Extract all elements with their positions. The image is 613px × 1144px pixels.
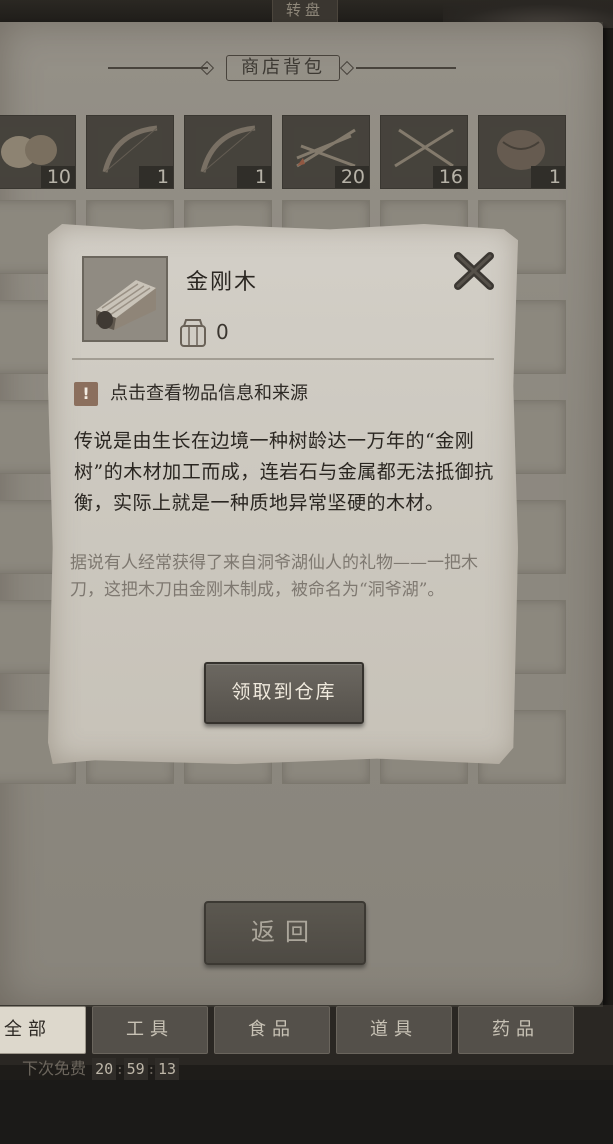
hint-text: 点击查看物品信息和来源 — [110, 383, 308, 404]
item-name: 金刚木 — [186, 270, 259, 295]
item-lore: 据说有人经常获得了来自洞爷湖仙人的礼物——一把木刀，这把木刀由金刚木制成，被命名… — [70, 553, 478, 600]
bottom-strip — [0, 1080, 613, 1144]
item-quantity: 0 — [216, 320, 229, 344]
item-image-frame — [82, 256, 168, 342]
wood-log-icon — [96, 280, 156, 330]
tab-tools[interactable]: 工具 — [92, 1006, 208, 1054]
tab-turntable[interactable]: 转盘 — [272, 0, 338, 23]
timer-hours: 20 — [92, 1058, 117, 1080]
timer-seconds: 13 — [155, 1058, 180, 1080]
tab-medicine[interactable]: 药品 — [458, 1006, 574, 1054]
tab-props[interactable]: 道具 — [336, 1006, 452, 1054]
exclamation-icon: ! — [74, 382, 98, 406]
bag-icon — [180, 319, 206, 347]
refresh-label: 下次免费 — [22, 1059, 87, 1078]
item-description: 传说是由生长在边境一种树龄达一万年的“金刚树”的木材加工而成，连岩石与金属都无法… — [74, 430, 494, 514]
timer-minutes: 59 — [123, 1058, 148, 1080]
free-refresh-timer: 下次免费 20:59:13 — [22, 1058, 180, 1080]
item-detail-popup: 金刚木 0 ! 点击查看物品信息和来源 传说是由生长在边境一种树龄达一万年的“金… — [48, 224, 518, 764]
close-icon[interactable] — [450, 248, 498, 294]
popup-divider — [72, 358, 494, 360]
tab-food[interactable]: 食品 — [214, 1006, 330, 1054]
tab-all[interactable]: 全部 — [0, 1006, 86, 1054]
claim-to-warehouse-button[interactable]: 领取到仓库 — [204, 662, 364, 724]
